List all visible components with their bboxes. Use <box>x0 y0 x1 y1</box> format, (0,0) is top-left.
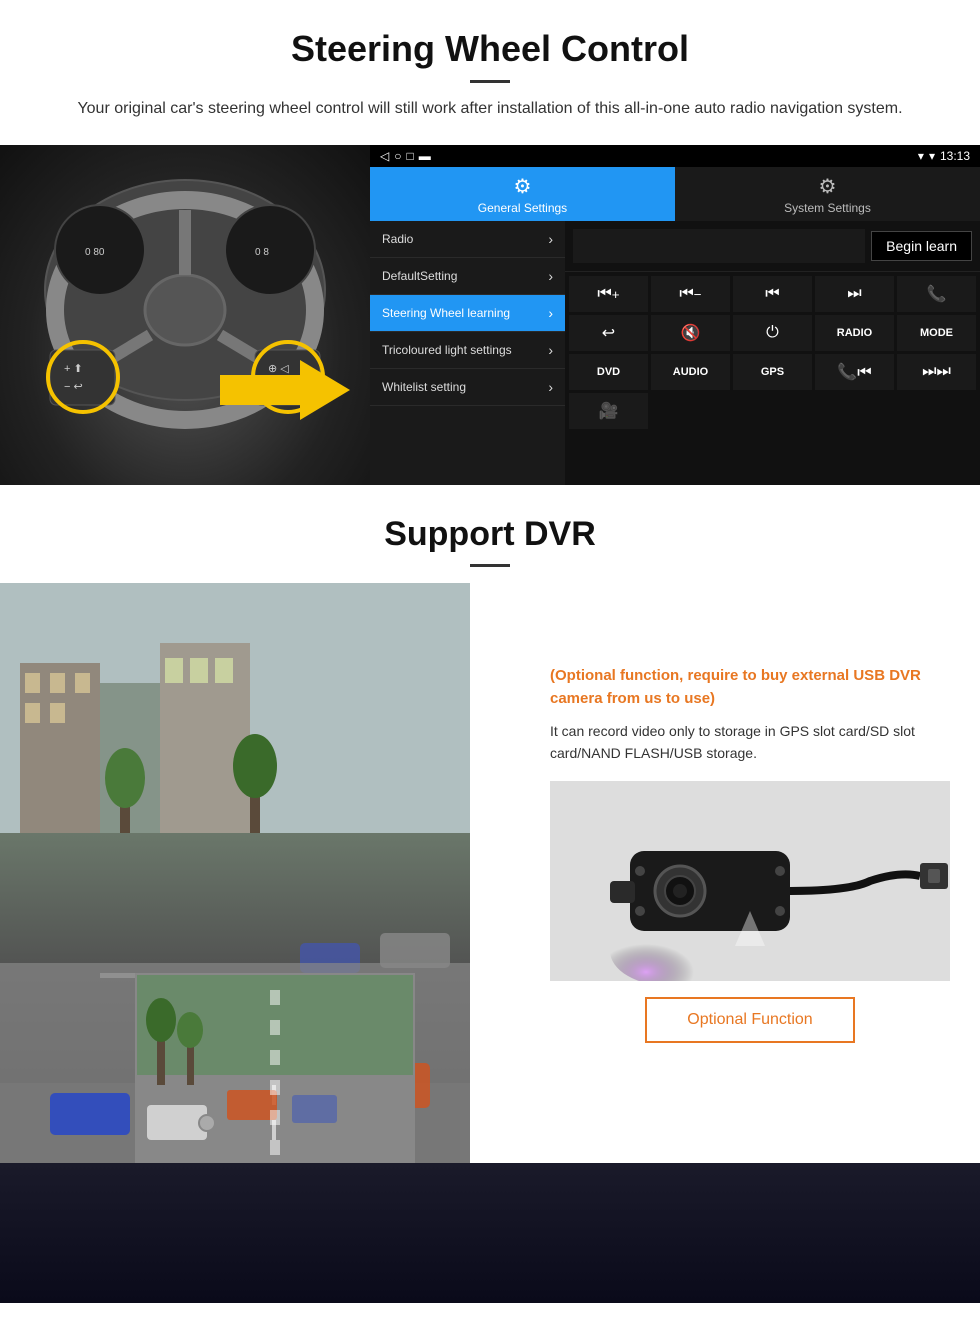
main-description: Your original car's steering wheel contr… <box>60 97 920 121</box>
vol-up-button[interactable]: ⏮+ <box>569 276 648 312</box>
android-status-bar: ◁ ○ □ ▬ ▾ ▾ 13:13 <box>370 145 980 167</box>
tab-general-label: General Settings <box>478 201 567 215</box>
dvr-title: Support DVR <box>0 515 980 554</box>
wifi-icon: ▾ <box>929 149 935 163</box>
steering-right-panel: Begin learn ⏮+ ⏮− ⏮ ⏭ 📞 ↩ 🔇 ⏻ RADIO MODE… <box>565 221 980 485</box>
dvr-optional-heading: (Optional function, require to buy exter… <box>550 665 950 710</box>
dvr-divider <box>470 564 510 567</box>
dvr-body: (Optional function, require to buy exter… <box>0 583 980 1303</box>
prev-track-button[interactable]: ⏮ <box>733 276 812 312</box>
main-title: Steering Wheel Control <box>60 28 920 70</box>
steering-wheel-photo: + ⬆ − ↩ ⊕ ◁ ○ ▷ 0 80 0 8 <box>0 145 370 485</box>
time-display: 13:13 <box>940 149 970 163</box>
signal-icon: ▾ <box>918 149 924 163</box>
chevron-right-icon-4: › <box>548 342 553 358</box>
dvr-dashboard <box>0 1163 980 1303</box>
gear-icon-active: ⚙ <box>514 174 532 199</box>
next-track-button[interactable]: ⏭ <box>815 276 894 312</box>
svg-text:0 80: 0 80 <box>85 247 105 258</box>
steering-input-field <box>573 229 865 263</box>
settings-tab-bar[interactable]: ⚙ General Settings ⚙ System Settings <box>370 167 980 221</box>
svg-text:− ↩: − ↩ <box>64 381 83 393</box>
steering-wheel-svg: + ⬆ − ↩ ⊕ ◁ ○ ▷ 0 80 0 8 <box>20 160 350 470</box>
dvr-icon-button[interactable]: 🎥 <box>569 393 648 429</box>
android-panel: ◁ ○ □ ▬ ▾ ▾ 13:13 ⚙ General Settings ⚙ S… <box>370 145 980 485</box>
dvr-info-box: (Optional function, require to buy exter… <box>530 643 970 1063</box>
dvr-section: Support DVR <box>0 485 980 1303</box>
vol-down-button[interactable]: ⏮− <box>651 276 730 312</box>
thumb-road-image <box>137 975 413 1161</box>
steering-section-header: Steering Wheel Control Your original car… <box>0 0 980 131</box>
dvr-camera-image <box>550 781 950 981</box>
phone-prev-button[interactable]: 📞⏮ <box>815 354 894 390</box>
audio-button[interactable]: AUDIO <box>651 354 730 390</box>
title-divider <box>470 80 510 83</box>
status-right-icons: ▾ ▾ 13:13 <box>918 149 970 163</box>
begin-learn-row: Begin learn <box>565 221 980 272</box>
settings-left-menu: Radio › DefaultSetting › Steering Wheel … <box>370 221 565 485</box>
dvd-button[interactable]: DVD <box>569 354 648 390</box>
svg-text:+ ⬆: + ⬆ <box>64 363 83 375</box>
chevron-right-icon: › <box>548 231 553 247</box>
svg-text:⊕ ◁: ⊕ ◁ <box>268 363 289 375</box>
dvr-title-area: Support DVR <box>0 485 980 583</box>
back-icon: ◁ <box>380 149 389 163</box>
nav-icons: ◁ ○ □ ▬ <box>380 149 431 163</box>
thumbnail-svg <box>137 975 415 1163</box>
menu-icon: ▬ <box>419 149 431 163</box>
begin-learn-button[interactable]: Begin learn <box>871 231 972 261</box>
svg-text:0 8: 0 8 <box>255 247 269 258</box>
menu-item-tricoloured[interactable]: Tricoloured light settings › <box>370 332 565 369</box>
dvr-camera-svg <box>550 781 950 981</box>
menu-item-steering-wheel[interactable]: Steering Wheel learning › <box>370 295 565 332</box>
dvr-description: It can record video only to storage in G… <box>550 720 950 765</box>
gps-button[interactable]: GPS <box>733 354 812 390</box>
settings-main-content: Radio › DefaultSetting › Steering Wheel … <box>370 221 980 485</box>
phone-button[interactable]: 📞 <box>897 276 976 312</box>
power-button[interactable]: ⏻ <box>733 315 812 351</box>
menu-item-whitelist[interactable]: Whitelist setting › <box>370 369 565 406</box>
chevron-right-icon-5: › <box>548 379 553 395</box>
chevron-right-icon-3: › <box>548 305 553 321</box>
dvr-camera-thumbnail <box>135 973 415 1163</box>
home-icon: ○ <box>394 149 401 163</box>
mode-button[interactable]: MODE <box>897 315 976 351</box>
control-buttons-grid: ⏮+ ⏮− ⏮ ⏭ 📞 ↩ 🔇 ⏻ RADIO MODE DVD AUDIO G… <box>565 272 980 433</box>
steering-demo-area: + ⬆ − ↩ ⊕ ◁ ○ ▷ 0 80 0 8 <box>0 145 980 485</box>
back-call-button[interactable]: ↩ <box>569 315 648 351</box>
gear-icon-inactive: ⚙ <box>819 174 837 199</box>
menu-item-radio[interactable]: Radio › <box>370 221 565 258</box>
next-next-button[interactable]: ⏭⏭ <box>897 354 976 390</box>
mute-button[interactable]: 🔇 <box>651 315 730 351</box>
tab-general-settings[interactable]: ⚙ General Settings <box>370 167 675 221</box>
optional-function-button[interactable]: Optional Function <box>645 997 854 1043</box>
chevron-right-icon-2: › <box>548 268 553 284</box>
menu-item-default-setting[interactable]: DefaultSetting › <box>370 258 565 295</box>
tab-system-label: System Settings <box>784 201 871 215</box>
tab-system-settings[interactable]: ⚙ System Settings <box>675 167 980 221</box>
radio-button[interactable]: RADIO <box>815 315 894 351</box>
recents-icon: □ <box>406 149 413 163</box>
